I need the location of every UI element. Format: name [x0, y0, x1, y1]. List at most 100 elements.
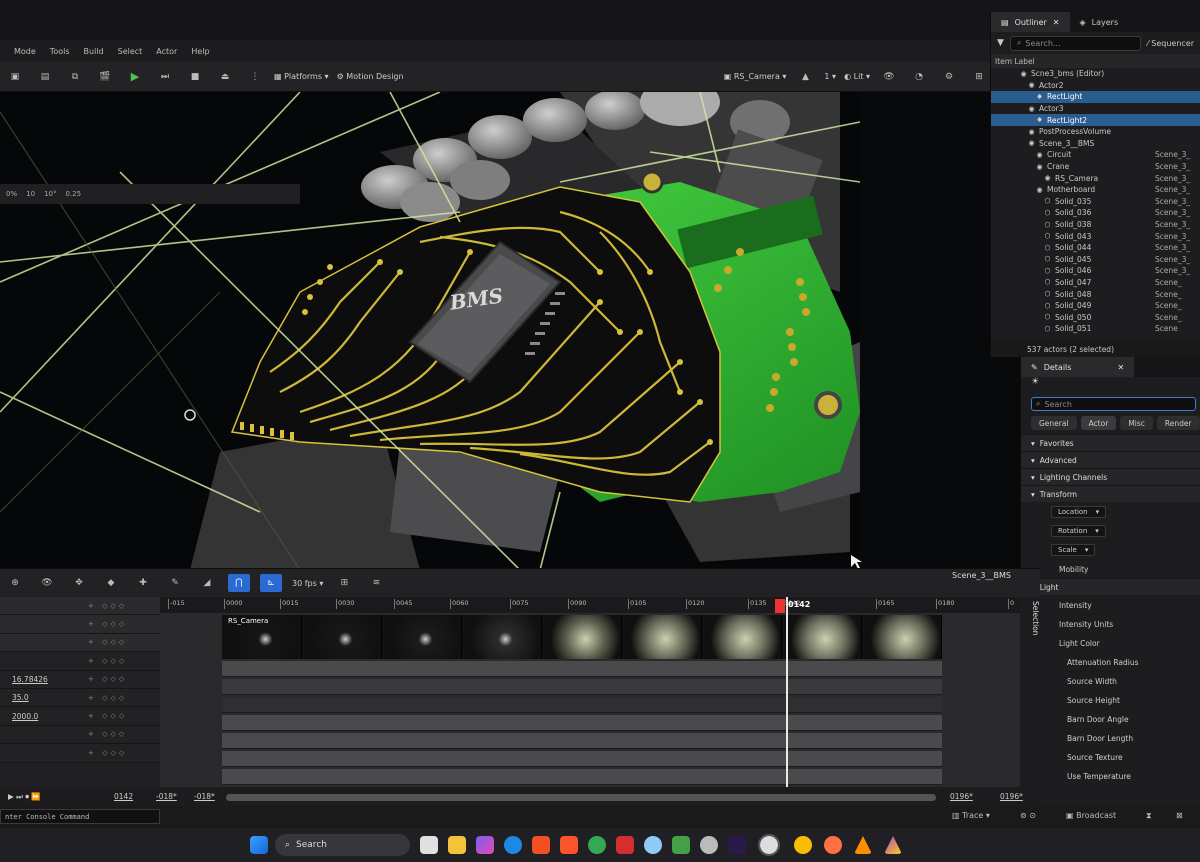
broadcast-button[interactable]: ▣ Broadcast: [1066, 811, 1116, 820]
perf-icon[interactable]: ◔: [908, 68, 930, 86]
app-icon[interactable]: [644, 836, 662, 854]
details-filter-button[interactable]: Actor: [1080, 416, 1117, 430]
play-icon[interactable]: ▶: [124, 68, 146, 86]
viewport-count[interactable]: 1 ▾: [824, 72, 836, 81]
track-value[interactable]: 16.78426: [12, 675, 48, 684]
show-icon[interactable]: 👁: [878, 68, 900, 86]
current-frame-field[interactable]: 0142: [114, 792, 133, 801]
view-icon[interactable]: 👁: [36, 574, 58, 592]
menu-item[interactable]: Help: [191, 47, 209, 56]
details-property[interactable]: Source Height: [1021, 690, 1200, 709]
level-viewport[interactable]: BMS 0% 10 10° 0.25: [0, 92, 1030, 570]
playhead[interactable]: [786, 597, 788, 809]
transform-mode-dropdown[interactable]: Rotation ▾: [1051, 525, 1106, 537]
source-control-icon[interactable]: ⊠: [1176, 811, 1183, 820]
outliner-row[interactable]: ◉ Scene_3__BMS: [991, 138, 1200, 150]
track-lane[interactable]: [222, 679, 942, 695]
transform-mode-dropdown[interactable]: Location ▾: [1051, 506, 1107, 518]
derived-data-icon[interactable]: ⊚ ⊙: [1020, 811, 1036, 820]
details-category[interactable]: ▾Light: [1021, 578, 1200, 595]
details-property[interactable]: Light Color: [1021, 633, 1200, 652]
stop-icon[interactable]: ■: [184, 68, 206, 86]
playhead-handle[interactable]: [775, 599, 785, 613]
menu-item[interactable]: Actor: [156, 47, 177, 56]
viewport-snap-setting[interactable]: 10°: [44, 190, 56, 198]
curve-icon[interactable]: ≋: [365, 574, 387, 592]
sequencer-track[interactable]: + ◇◇◇: [0, 633, 160, 653]
end-frame-field[interactable]: 0196*: [1000, 792, 1023, 801]
track-lane[interactable]: [222, 769, 942, 785]
outliner-row[interactable]: ⬡ Solid_035 Scene_3_: [991, 196, 1200, 208]
key-controls-icon[interactable]: + ◇◇◇: [88, 749, 127, 757]
details-transform-dropdown[interactable]: Scale ▾: [1021, 540, 1200, 559]
key-controls-icon[interactable]: + ◇◇◇: [88, 675, 127, 683]
details-property[interactable]: Source Texture: [1021, 747, 1200, 766]
details-filter-button[interactable]: Misc: [1120, 416, 1153, 430]
sequencer-track[interactable]: 2000.0 + ◇◇◇: [0, 707, 160, 726]
sequencer-track[interactable]: + ◇◇◇: [0, 725, 160, 745]
outliner-row[interactable]: ◉ PostProcessVolume: [991, 126, 1200, 138]
key-controls-icon[interactable]: + ◇◇◇: [88, 657, 127, 665]
transform-mode-dropdown[interactable]: Scale ▾: [1051, 544, 1096, 556]
outliner-row[interactable]: ◉ Crane Scene_3_: [991, 161, 1200, 173]
outliner-row[interactable]: ⬡ Solid_036 Scene_3_: [991, 207, 1200, 219]
menu-item[interactable]: Build: [84, 47, 104, 56]
transport-controls[interactable]: ▶ ⏭ ⏺ ⏩: [8, 792, 41, 802]
console-input[interactable]: nter Console Command: [0, 809, 160, 824]
viewport-snap-setting[interactable]: 0.25: [65, 190, 81, 198]
outliner-row[interactable]: ◉ Actor2: [991, 80, 1200, 92]
unreal-engine-icon[interactable]: [758, 834, 780, 856]
outliner-row[interactable]: ⬡ Solid_051 Scene: [991, 323, 1200, 335]
tab-details[interactable]: ✎ Details ✕: [1021, 357, 1135, 377]
chrome-icon[interactable]: [588, 836, 606, 854]
details-property[interactable]: Use Temperature: [1021, 766, 1200, 785]
menu-item[interactable]: Mode: [14, 47, 36, 56]
affinity-icon[interactable]: [884, 836, 902, 854]
timeline-scrollbar[interactable]: [226, 794, 936, 801]
track-lane[interactable]: [222, 697, 942, 713]
trace-button[interactable]: ▥ Trace ▾: [952, 811, 990, 820]
details-property[interactable]: Intensity: [1021, 595, 1200, 614]
track-value[interactable]: 35.0: [12, 693, 29, 702]
outliner-row[interactable]: ⬡ Solid_044 Scene_3_: [991, 242, 1200, 254]
details-property[interactable]: Mobility: [1021, 559, 1200, 578]
sequencer-track[interactable]: + ◇◇◇: [0, 615, 160, 634]
key-controls-icon[interactable]: + ◇◇◇: [88, 712, 127, 720]
tab-outliner[interactable]: ▤ Outliner ✕: [991, 12, 1070, 32]
snap-grid-icon[interactable]: ⊾: [260, 574, 282, 592]
framerate-selector[interactable]: 30 fps ▾: [292, 579, 323, 588]
task-view-icon[interactable]: [420, 836, 438, 854]
viewport-snap-setting[interactable]: 10: [26, 190, 35, 198]
wps-icon[interactable]: [616, 836, 634, 854]
keyframe-icon[interactable]: ◆: [100, 574, 122, 592]
sequencer-track[interactable]: 35.0 + ◇◇◇: [0, 688, 160, 708]
close-icon[interactable]: ✕: [1117, 363, 1124, 372]
outliner-row[interactable]: ⬡ Solid_046 Scene_3_: [991, 265, 1200, 277]
outliner-row[interactable]: ◉ Motherboard Scene_3_: [991, 184, 1200, 196]
content-icon[interactable]: ▤: [34, 68, 56, 86]
snap-icon[interactable]: ⋂: [228, 574, 250, 592]
outliner-row[interactable]: ⬡ Solid_048 Scene_: [991, 288, 1200, 300]
camera-cut-clip[interactable]: [222, 615, 942, 659]
key-controls-icon[interactable]: + ◇◇◇: [88, 730, 127, 738]
details-filter-button[interactable]: General: [1031, 416, 1077, 430]
motion-design-button[interactable]: ⚙ Motion Design: [337, 72, 404, 81]
camera-selector[interactable]: ▣ RS_Camera ▾: [724, 72, 787, 81]
details-property[interactable]: Intensity Units: [1021, 614, 1200, 633]
outliner-row[interactable]: ◉ Actor3: [991, 103, 1200, 115]
sequencer-track[interactable]: + ◇◇◇: [0, 652, 160, 671]
step-icon[interactable]: ⏭: [154, 68, 176, 86]
track-value[interactable]: 2000.0: [12, 712, 38, 721]
details-property[interactable]: Source Width: [1021, 671, 1200, 690]
whatsapp-icon[interactable]: [672, 836, 690, 854]
copilot-icon[interactable]: [476, 836, 494, 854]
details-property[interactable]: Barn Door Length: [1021, 728, 1200, 747]
layout-icon[interactable]: ⊞: [968, 68, 990, 86]
outliner-search-input[interactable]: ⌕ Search...: [1009, 35, 1142, 51]
track-lane[interactable]: [222, 751, 942, 767]
outliner-row[interactable]: ⬡ Solid_050 Scene_: [991, 311, 1200, 323]
outliner-row[interactable]: ◉ Circuit Scene_3_: [991, 149, 1200, 161]
save-icon[interactable]: ▣: [4, 68, 26, 86]
view-start-field[interactable]: -018*: [194, 792, 215, 801]
file-explorer-icon[interactable]: [448, 836, 466, 854]
